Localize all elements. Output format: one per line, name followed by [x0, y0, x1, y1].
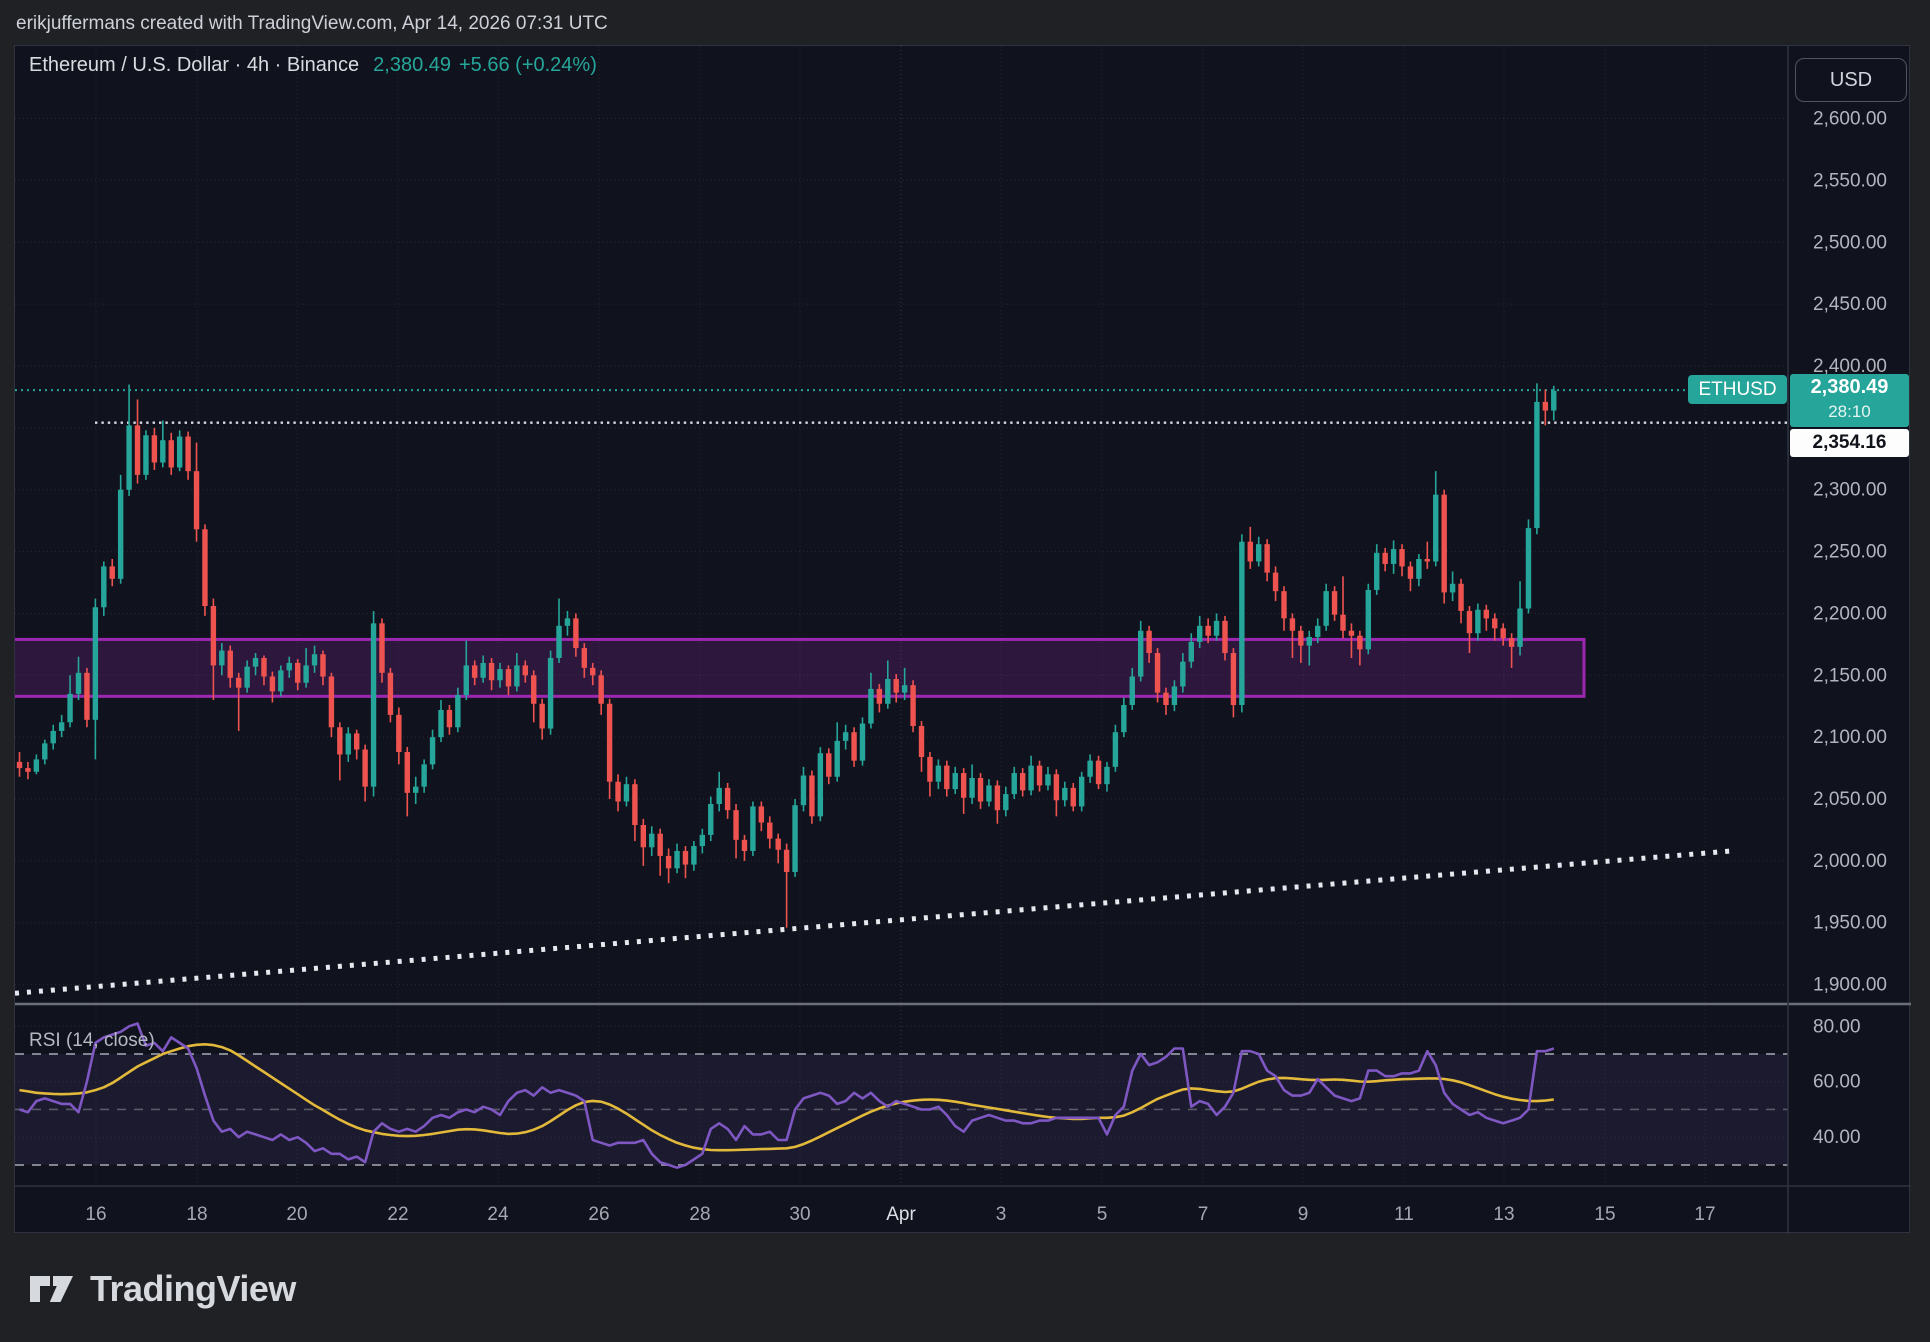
svg-text:20: 20	[286, 1204, 307, 1225]
svg-text:18: 18	[186, 1204, 207, 1225]
attribution-text: erikjuffermans created with TradingView.…	[16, 13, 608, 35]
header-last-price: 2,380.49	[373, 54, 451, 76]
symbol-price-tag: ETHUSD	[1688, 375, 1787, 404]
svg-text:60.00: 60.00	[1813, 1072, 1861, 1093]
svg-text:1,900.00: 1,900.00	[1813, 975, 1887, 996]
svg-text:2,450.00: 2,450.00	[1813, 294, 1887, 315]
svg-text:2,600.00: 2,600.00	[1813, 109, 1887, 130]
alert-price-axis-label[interactable]: 2,354.16	[1790, 429, 1909, 457]
time-scale[interactable]: 16 18 20 22 24 26 28 30 Apr 3 5 7 9 11 13 15 17	[85, 1204, 1715, 1225]
last-price-value: 2,380.49	[1790, 374, 1909, 401]
chart-canvas[interactable]: 2,600.002,550.002,500.002,450.002,400.00…	[15, 46, 1911, 1234]
svg-text:24: 24	[487, 1204, 509, 1225]
svg-text:2,550.00: 2,550.00	[1813, 170, 1887, 191]
svg-text:9: 9	[1298, 1204, 1309, 1225]
svg-text:13: 13	[1493, 1204, 1514, 1225]
svg-text:30: 30	[789, 1204, 810, 1225]
price-scale[interactable]: 2,600.002,550.002,500.002,450.002,400.00…	[1813, 109, 1887, 996]
svg-text:7: 7	[1198, 1204, 1209, 1225]
svg-text:2,150.00: 2,150.00	[1813, 665, 1887, 686]
tradingview-logo[interactable]: TradingView	[30, 1268, 296, 1310]
svg-text:22: 22	[387, 1204, 408, 1225]
svg-text:2,200.00: 2,200.00	[1813, 603, 1887, 624]
trendline-dotted[interactable]	[15, 851, 1731, 993]
symbol-header: Ethereum / U.S. Dollar · 4h · Binance 2,3…	[29, 54, 597, 77]
supply-zone-rectangle[interactable]	[15, 639, 1584, 696]
last-price-axis-label: 2,380.49 28:10	[1790, 374, 1909, 427]
svg-text:Apr: Apr	[886, 1204, 916, 1225]
svg-text:2,000.00: 2,000.00	[1813, 851, 1887, 872]
svg-text:3: 3	[996, 1204, 1007, 1225]
svg-text:5: 5	[1097, 1204, 1108, 1225]
svg-text:16: 16	[85, 1204, 106, 1225]
chart-frame: 2,600.002,550.002,500.002,450.002,400.00…	[14, 45, 1910, 1233]
bar-countdown: 28:10	[1790, 401, 1909, 423]
symbol-title: Ethereum / U.S. Dollar · 4h · Binance	[29, 54, 359, 76]
svg-text:2,050.00: 2,050.00	[1813, 789, 1887, 810]
svg-text:28: 28	[689, 1204, 710, 1225]
svg-text:2,250.00: 2,250.00	[1813, 542, 1887, 563]
svg-text:80.00: 80.00	[1813, 1016, 1861, 1037]
svg-text:26: 26	[588, 1204, 609, 1225]
rsi-indicator-title: RSI (14, close)	[29, 1030, 155, 1052]
header-change: +5.66 (+0.24%)	[459, 54, 597, 76]
tradingview-logo-icon	[30, 1270, 76, 1308]
currency-usd-button[interactable]: USD	[1795, 58, 1907, 102]
svg-text:40.00: 40.00	[1813, 1127, 1861, 1148]
rsi-pane-plot[interactable]	[15, 1024, 1788, 1168]
svg-text:2,100.00: 2,100.00	[1813, 727, 1887, 748]
svg-text:2,300.00: 2,300.00	[1813, 480, 1887, 501]
svg-text:15: 15	[1594, 1204, 1615, 1225]
rsi-scale[interactable]: 80.00 60.00 40.00	[1813, 1016, 1861, 1148]
svg-text:2,500.00: 2,500.00	[1813, 232, 1887, 253]
svg-text:11: 11	[1394, 1204, 1414, 1225]
svg-text:1,950.00: 1,950.00	[1813, 913, 1887, 934]
svg-text:17: 17	[1694, 1204, 1715, 1225]
tradingview-logo-text: TradingView	[90, 1268, 296, 1310]
